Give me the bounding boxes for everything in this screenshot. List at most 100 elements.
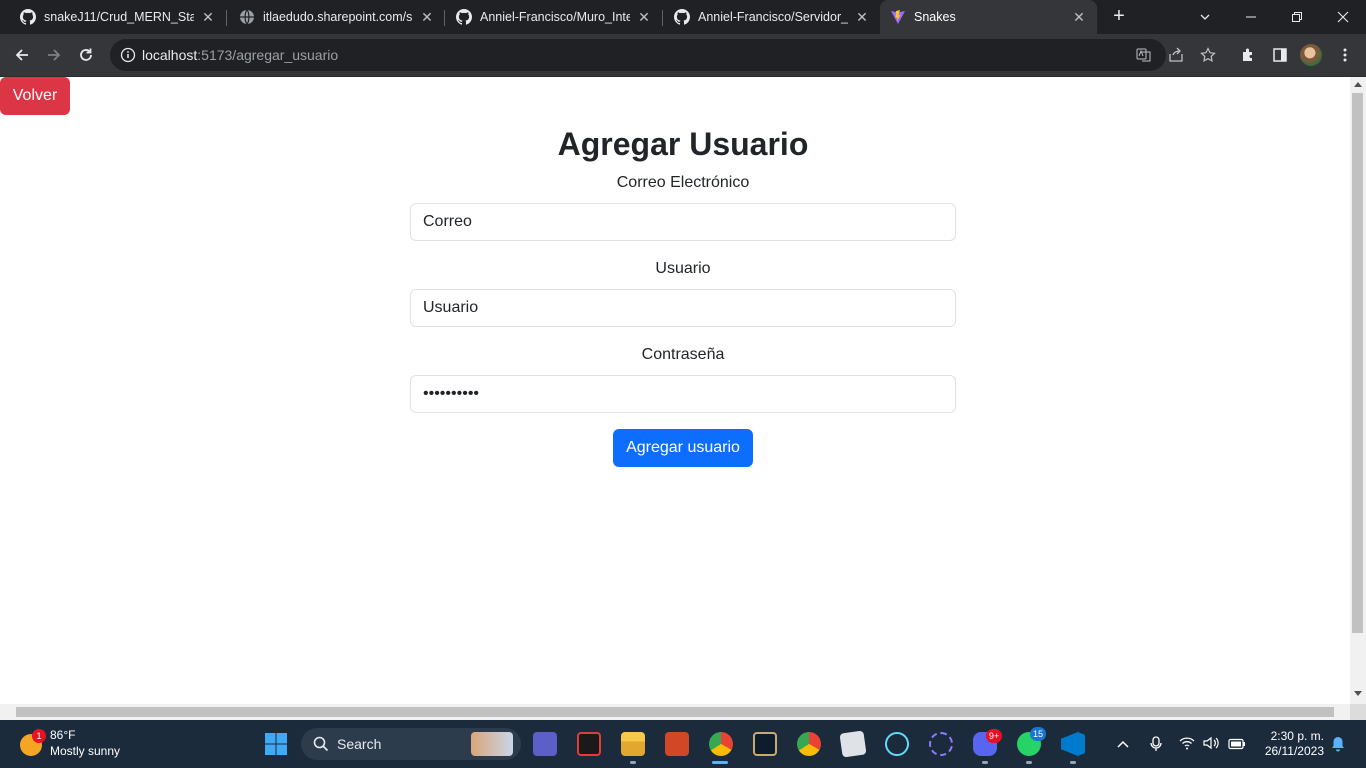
close-window-button[interactable] <box>1320 0 1366 34</box>
tab-muro[interactable]: Anniel-Francisco/Muro_Inter ✕ <box>436 0 662 34</box>
scroll-down-arrow-icon[interactable] <box>1354 691 1362 696</box>
search-icon <box>313 736 329 752</box>
scrollbar-corner <box>1350 704 1366 720</box>
valorant-icon[interactable] <box>577 732 601 756</box>
star-icon[interactable] <box>1200 47 1216 63</box>
weather-widget[interactable]: 1 86°F Mostly sunny <box>18 726 148 762</box>
network-app-icon[interactable] <box>929 732 953 756</box>
powerpoint-icon[interactable] <box>665 732 689 756</box>
running-indicator <box>982 761 988 764</box>
info-icon[interactable] <box>120 47 136 63</box>
github-icon <box>456 9 473 25</box>
active-indicator <box>712 761 728 764</box>
weather-badge: 1 <box>32 729 46 743</box>
close-icon[interactable]: ✕ <box>636 9 652 25</box>
horizontal-scroll-thumb[interactable] <box>16 707 1334 717</box>
scroll-up-arrow-icon[interactable] <box>1354 82 1362 87</box>
add-user-button[interactable]: Agregar usuario <box>613 429 753 467</box>
vertical-scrollbar[interactable] <box>1350 77 1366 704</box>
close-icon[interactable]: ✕ <box>854 9 870 25</box>
vite-icon <box>890 9 906 25</box>
close-icon[interactable]: ✕ <box>200 9 216 25</box>
arrow-right-icon <box>48 49 61 61</box>
tab-title: Snakes <box>914 10 956 24</box>
running-indicator <box>1026 761 1032 764</box>
league-of-legends-icon[interactable] <box>753 732 777 756</box>
menu-button[interactable] <box>1333 43 1357 67</box>
volume-icon[interactable] <box>1203 736 1219 755</box>
address-bar[interactable]: localhost:5173/agregar_usuario <box>110 39 1216 71</box>
reload-icon <box>80 48 92 61</box>
tab-crud-mern[interactable]: snakeJ11/Crud_MERN_Stack ✕ <box>0 0 226 34</box>
password-label: Contraseña <box>641 346 725 363</box>
forward-button[interactable] <box>42 43 66 67</box>
url-host: localhost <box>142 47 198 63</box>
username-field[interactable]: Usuario <box>410 289 956 327</box>
roblox-icon[interactable] <box>839 730 867 758</box>
tab-snakes[interactable]: Snakes ✕ <box>880 0 1097 34</box>
windows-taskbar: 1 86°F Mostly sunny Search 9+ 15 2:30 p.… <box>0 720 1366 768</box>
restore-button[interactable] <box>1274 0 1320 34</box>
github-icon <box>674 9 691 25</box>
arrow-left-icon <box>15 49 28 61</box>
extensions-button[interactable] <box>1236 43 1260 67</box>
back-button[interactable] <box>10 43 34 67</box>
side-panel-button[interactable] <box>1268 43 1292 67</box>
url-text: localhost:5173/agregar_usuario <box>142 47 338 63</box>
tab-search-button[interactable] <box>1182 0 1228 34</box>
file-explorer-icon[interactable] <box>621 732 645 756</box>
vertical-scroll-thumb[interactable] <box>1352 93 1363 633</box>
url-path: :5173/agregar_usuario <box>197 47 339 63</box>
running-indicator <box>1070 761 1076 764</box>
windows-start-icon[interactable] <box>264 732 288 756</box>
back-button-volver[interactable]: Volver <box>0 77 70 115</box>
battery-icon[interactable] <box>1228 737 1246 755</box>
tab-title: Anniel-Francisco/Muro_Inter <box>480 10 630 24</box>
share-icon[interactable] <box>1168 47 1184 63</box>
notification-bell-icon[interactable] <box>1330 736 1346 757</box>
clock-time: 2:30 p. m. <box>1270 729 1324 743</box>
whatsapp-badge: 15 <box>1030 727 1046 741</box>
discord-badge: 9+ <box>986 729 1002 743</box>
search-label: Search <box>337 736 382 752</box>
profile-avatar[interactable] <box>1300 44 1322 66</box>
wifi-icon[interactable] <box>1179 736 1195 755</box>
password-field[interactable]: •••••••••• <box>410 375 956 413</box>
chevron-down-icon <box>1200 14 1210 20</box>
tab-sharepoint[interactable]: itlaedudo.sharepoint.com/si ✕ <box>219 0 445 34</box>
minimize-icon <box>1246 16 1256 18</box>
globe-icon <box>239 9 255 25</box>
close-icon[interactable]: ✕ <box>1071 9 1087 25</box>
email-field[interactable]: Correo <box>410 203 956 241</box>
close-icon[interactable]: ✕ <box>419 9 435 25</box>
page-title: Agregar Usuario <box>557 126 809 162</box>
taskbar-search[interactable]: Search <box>301 728 521 760</box>
react-icon[interactable] <box>885 732 909 756</box>
horizontal-scrollbar[interactable] <box>0 704 1350 720</box>
user-label: Usuario <box>655 260 711 277</box>
weather-temperature: 86°F <box>50 728 76 742</box>
vscode-icon[interactable] <box>1061 732 1085 756</box>
tab-servidor[interactable]: Anniel-Francisco/Servidor_M ✕ <box>654 0 880 34</box>
tab-title: Anniel-Francisco/Servidor_M <box>698 10 848 24</box>
github-icon <box>20 9 37 25</box>
new-tab-button[interactable]: + <box>1108 6 1130 28</box>
running-indicator <box>630 761 636 764</box>
minimize-button[interactable] <box>1228 0 1274 34</box>
email-label: Correo Electrónico <box>616 174 750 191</box>
search-highlight-image <box>471 732 513 756</box>
reload-button[interactable] <box>74 43 98 67</box>
side-panel-icon <box>1273 48 1287 62</box>
chrome-icon[interactable] <box>797 732 821 756</box>
weather-condition: Mostly sunny <box>50 744 121 758</box>
translate-icon[interactable] <box>1136 47 1152 63</box>
microphone-icon[interactable] <box>1149 736 1163 757</box>
tab-title: itlaedudo.sharepoint.com/si <box>263 10 413 24</box>
kebab-menu-icon <box>1343 48 1347 62</box>
close-icon <box>1337 11 1349 23</box>
meet-icon[interactable] <box>533 732 557 756</box>
show-hidden-icons-chevron-icon[interactable] <box>1116 737 1130 756</box>
puzzle-icon <box>1243 48 1252 61</box>
chrome-profile-icon[interactable] <box>709 732 733 756</box>
system-clock[interactable]: 2:30 p. m. 26/11/2023 <box>1252 729 1324 759</box>
